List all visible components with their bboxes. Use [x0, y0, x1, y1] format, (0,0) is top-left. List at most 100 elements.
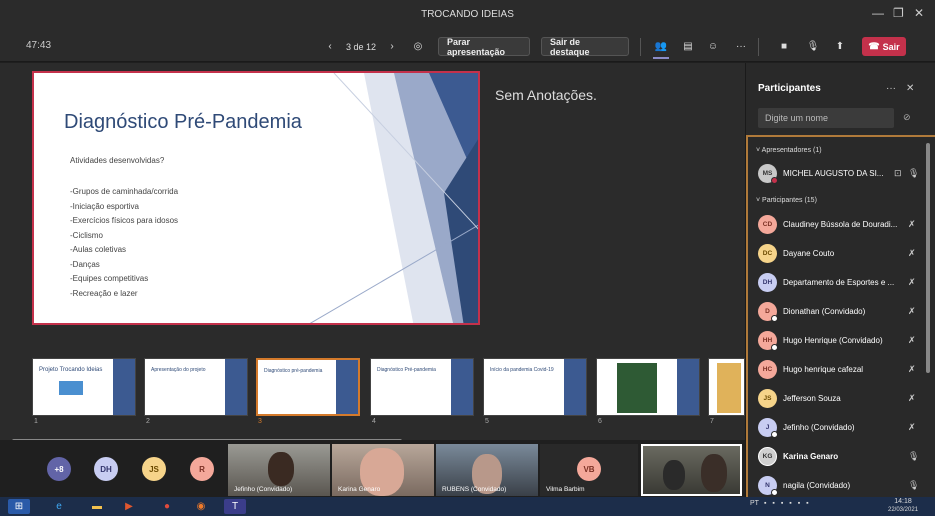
avatar: DC: [758, 244, 777, 263]
participant-name: Karina Genaro: [783, 452, 839, 461]
os-taskbar: ⊞ e ▬ ▶ ● ◉ T PT ▪ ▪ ▪ ▪ ▪ ▪ 14:18 22/03…: [0, 497, 935, 516]
leave-button[interactable]: ☎ Sair: [862, 37, 906, 56]
language-indicator[interactable]: PT: [750, 500, 759, 507]
video-strip: +8 DH JS R Jefinho (Convidado) Karina Ge…: [0, 440, 745, 497]
presentation-stage: Diagnóstico Pré-Pandemia Atividades dese…: [0, 63, 745, 443]
mic-muted-icon: ✗: [908, 219, 916, 229]
share-invite-icon[interactable]: ⊘: [903, 112, 911, 123]
slide-thumbnail[interactable]: Diagnóstico Pré-pandemia: [370, 358, 474, 416]
participant-name: Hugo Henrique (Convidado): [783, 336, 883, 345]
presenters-label: Apresentadores (1): [761, 147, 822, 154]
slide-thumbnail[interactable]: Início da pandemia Covid-19: [483, 358, 587, 416]
thumbnail-title: Apresentação do projeto: [151, 367, 206, 373]
firefox-icon[interactable]: ◉: [190, 499, 212, 514]
participant-row[interactable]: N nagila (Convidado) 🎙: [758, 476, 920, 496]
participant-row[interactable]: DH Departamento de Esportes e ... ✗: [758, 273, 918, 293]
minimize-icon[interactable]: —: [872, 6, 884, 20]
thumbnail-decoration: [336, 360, 358, 414]
participant-list-scrollbar[interactable]: [926, 143, 930, 373]
eye-icon[interactable]: ◎: [410, 37, 426, 56]
prev-slide-icon[interactable]: ‹: [324, 37, 336, 56]
stop-presenting-button[interactable]: Parar apresentação: [438, 37, 530, 57]
next-slide-icon[interactable]: ›: [386, 37, 398, 56]
self-video-tile[interactable]: [641, 444, 742, 496]
close-icon[interactable]: ✕: [914, 6, 924, 20]
thumbnail-title: Início da pandemia Covid-19: [490, 367, 554, 373]
clock-time: 14:18: [894, 498, 912, 505]
participant-row[interactable]: CD Claudiney Bússola de Douradi... ✗: [758, 215, 918, 235]
participant-list: ˅ Apresentadores (1) MS MICHEL AUGUSTO D…: [746, 135, 935, 497]
current-slide: Diagnóstico Pré-Pandemia Atividades dese…: [32, 71, 480, 325]
avatar[interactable]: R: [190, 457, 214, 481]
participants-section-header[interactable]: ˅ Participantes (15): [756, 197, 817, 204]
page-indicator: 3 de 12: [345, 41, 377, 52]
start-icon[interactable]: ⊞: [8, 499, 30, 514]
participant-row[interactable]: KG Karina Genaro 🎙: [758, 447, 920, 467]
mic-muted-icon: ✗: [908, 277, 916, 287]
participant-search-input[interactable]: Digite um nome: [758, 108, 894, 128]
participants-icon[interactable]: 👥: [652, 37, 670, 56]
avatar[interactable]: DH: [94, 457, 118, 481]
participant-row[interactable]: J Jefinho (Convidado) ✗: [758, 418, 918, 438]
teams-window: TROCANDO IDEIAS — ❐ ✕ 47:43 ‹ 3 de 12 › …: [0, 0, 935, 516]
chat-icon[interactable]: ▤: [680, 37, 696, 56]
participant-name: Claudiney Bússola de Douradi...: [783, 220, 898, 229]
divider: [758, 38, 759, 56]
thumbnail-number: 5: [485, 418, 489, 425]
slide-thumbnail[interactable]: Apresentação do projeto: [144, 358, 248, 416]
teams-icon[interactable]: T: [224, 499, 246, 514]
microphone-icon: 🎙: [908, 480, 920, 490]
participants-panel: Participantes ··· ✕ Digite um nome ⊘ ˅ A…: [745, 63, 935, 497]
video-tile[interactable]: Jefinho (Convidado): [228, 444, 330, 496]
guest-badge: [771, 344, 778, 351]
maximize-icon[interactable]: ❐: [893, 6, 904, 20]
camera-icon[interactable]: ■: [776, 37, 792, 56]
participant-row[interactable]: MS MICHEL AUGUSTO DA SI... ⊡ 🎙: [758, 164, 919, 184]
participants-label: Participantes (15): [762, 197, 817, 204]
list-item: -Ciclismo: [70, 230, 103, 240]
participant-row[interactable]: HH Hugo Henrique (Convidado) ✗: [758, 331, 918, 351]
guest-badge: [771, 315, 778, 322]
panel-close-icon[interactable]: ✕: [906, 83, 914, 94]
slide-thumbnail[interactable]: [596, 358, 700, 416]
microphone-icon: 🎙: [908, 451, 920, 461]
thumbnail-number: 1: [34, 418, 38, 425]
participant-row[interactable]: DC Dayane Couto ✗: [758, 244, 918, 264]
folder-icon[interactable]: ▬: [86, 499, 108, 514]
thumbnail-decoration: [564, 359, 586, 415]
meeting-timer: 47:43: [26, 40, 52, 51]
tray-icons[interactable]: ▪ ▪ ▪ ▪ ▪ ▪: [764, 500, 811, 507]
chrome-icon[interactable]: ●: [156, 499, 178, 514]
reactions-icon[interactable]: ☺: [705, 37, 721, 56]
video-tile[interactable]: RUBENS (Convidado): [436, 444, 538, 496]
participant-name: Jefinho (Convidado): [783, 423, 855, 432]
thumbnail-title: Diagnóstico Pré-pandemia: [377, 367, 436, 373]
share-screen-icon[interactable]: ⬆: [832, 37, 848, 56]
window-title: TROCANDO IDEIAS: [421, 9, 514, 20]
slide-thumbnail[interactable]: Projeto Trocando Ideias: [32, 358, 136, 416]
presenting-icon: ⊡: [894, 168, 902, 178]
video-participant-name: Karina Genaro: [338, 486, 381, 493]
panel-more-icon[interactable]: ···: [886, 83, 896, 94]
video-tile[interactable]: VB Vilma Barbim: [540, 444, 638, 496]
participant-row[interactable]: JS Jefferson Souza ✗: [758, 389, 918, 409]
participant-row[interactable]: D Dionathan (Convidado) ✗: [758, 302, 918, 322]
slide-title: Diagnóstico Pré-Pandemia: [64, 111, 302, 133]
browser-icon[interactable]: e: [48, 499, 70, 514]
presenters-section-header[interactable]: ˅ Apresentadores (1): [756, 147, 822, 154]
list-item: -Aulas coletivas: [70, 245, 127, 254]
avatar[interactable]: JS: [142, 457, 166, 481]
participant-name: nagila (Convidado): [783, 481, 851, 490]
clock[interactable]: 14:18 22/03/2021: [888, 498, 918, 514]
slide-thumbnails: Projeto Trocando Ideias 1 Apresentação d…: [0, 358, 745, 430]
participant-row[interactable]: HC Hugo henrique cafezal ✗: [758, 360, 918, 380]
slide-thumbnail[interactable]: [708, 358, 745, 416]
microphone-icon[interactable]: 🎙: [805, 37, 821, 56]
slide-thumbnail-selected[interactable]: Diagnóstico pré-pandemia: [256, 358, 360, 416]
media-player-icon[interactable]: ▶: [118, 499, 140, 514]
avatar: KG: [758, 447, 777, 466]
overflow-participants-badge[interactable]: +8: [47, 457, 71, 481]
exit-spotlight-button[interactable]: Sair de destaque: [541, 37, 629, 57]
video-tile[interactable]: Karina Genaro: [332, 444, 434, 496]
more-options-icon[interactable]: ···: [733, 37, 749, 56]
